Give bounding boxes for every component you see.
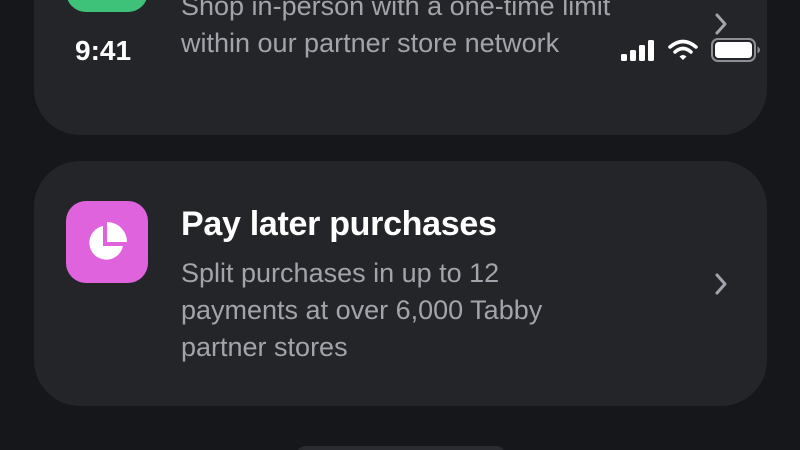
cellular-signal-icon — [621, 40, 654, 61]
wifi-icon — [668, 39, 698, 60]
chevron-right-icon — [713, 272, 729, 296]
screen: Shop in-person with a one-time limit wit… — [0, 0, 800, 450]
store-icon — [66, 0, 148, 12]
chevron-right-icon — [713, 12, 729, 36]
pay-later-card-title: Pay later purchases — [181, 205, 497, 243]
status-icons — [621, 38, 761, 62]
pay-later-card[interactable]: Pay later purchases Split purchases in u… — [34, 161, 767, 406]
bottom-button[interactable] — [296, 446, 506, 450]
pay-later-card-description: Split purchases in up to 12 payments at … — [181, 258, 543, 362]
battery-icon — [711, 38, 760, 62]
in-store-card-description: Shop in-person with a one-time limit wit… — [181, 0, 611, 58]
status-time: 9:41 — [75, 35, 132, 66]
pie-chart-icon — [66, 201, 148, 283]
in-store-card[interactable]: Shop in-person with a one-time limit wit… — [34, 0, 767, 135]
